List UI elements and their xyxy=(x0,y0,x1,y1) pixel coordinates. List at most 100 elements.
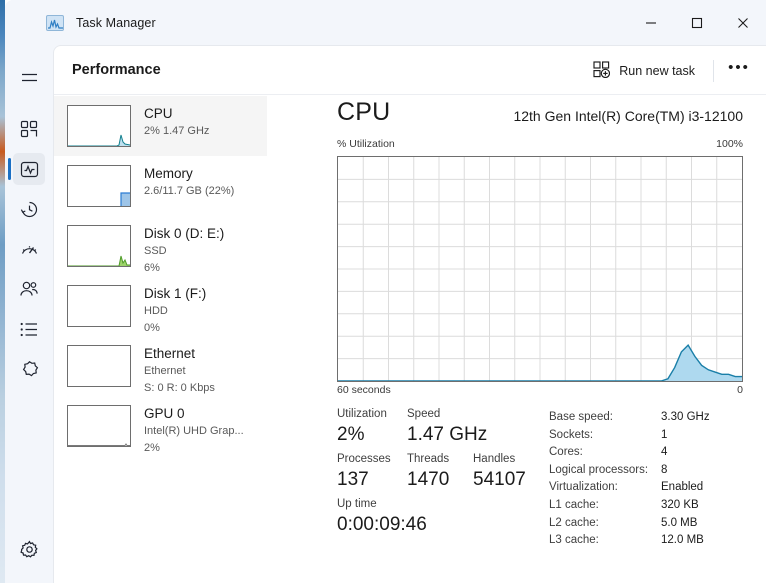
resource-line3: 6% xyxy=(144,261,160,274)
resource-line2: Ethernet xyxy=(144,365,186,377)
resource-name: GPU 0 xyxy=(144,406,185,421)
spec-value: 3.30 GHz xyxy=(661,411,710,423)
detail-title: CPU xyxy=(337,98,391,126)
spec-row: Sockets: 1 xyxy=(549,427,743,445)
resource-item-disk0[interactable]: Disk 0 (D: E:) SSD 6% xyxy=(54,216,267,276)
spec-row: L2 cache: 5.0 MB xyxy=(549,515,743,533)
sidebar-item-users[interactable] xyxy=(5,269,53,309)
resource-item-cpu[interactable]: CPU 2% 1.47 GHz xyxy=(54,96,267,156)
stat-label: Processes xyxy=(337,453,391,465)
resource-line3: S: 0 R: 0 Kbps xyxy=(144,381,215,394)
stat-value: 1470 xyxy=(407,469,450,490)
resource-line2: 2.6/11.7 GB (22%) xyxy=(144,185,235,197)
page-title: Performance xyxy=(72,62,161,78)
cpu-stats-left: Utilization 2% Speed 1.47 GHz Processes … xyxy=(337,406,549,550)
clock-history-icon xyxy=(13,193,45,225)
cpu-mini-graph xyxy=(67,105,131,147)
cpu-chart-svg xyxy=(338,157,742,381)
resource-item-memory[interactable]: Memory 2.6/11.7 GB (22%) xyxy=(54,156,267,216)
spec-row: Cores: 4 xyxy=(549,444,743,462)
chart-x-end-label: 0 xyxy=(737,384,743,396)
spec-key: Base speed: xyxy=(549,411,613,423)
sidebar-item-processes[interactable] xyxy=(5,109,53,149)
run-new-task-button[interactable]: Run new task xyxy=(583,55,705,87)
sidebar-item-app-history[interactable] xyxy=(5,189,53,229)
stat-value: 137 xyxy=(337,469,369,490)
sidebar-item-performance[interactable] xyxy=(5,149,53,189)
list-details-icon xyxy=(13,313,45,345)
resource-name: Ethernet xyxy=(144,346,196,361)
content-panel: Performance Run new task ••• CPU 2% 1.47… xyxy=(53,45,766,583)
resource-item-gpu0[interactable]: GPU 0 Intel(R) UHD Grap... 2% xyxy=(54,396,267,456)
spec-key: Logical processors: xyxy=(549,463,649,476)
spec-value: 8 xyxy=(661,463,668,476)
spec-key: Virtualization: xyxy=(549,481,618,494)
spec-value: 4 xyxy=(661,446,668,459)
cpu-utilization-chart xyxy=(337,156,743,382)
resource-item-disk1[interactable]: Disk 1 (F:) HDD 0% xyxy=(54,276,267,336)
resource-line3: 0% xyxy=(144,321,160,334)
chart-top-axis: % Utilization 100% xyxy=(337,138,743,154)
navigation-rail xyxy=(5,45,53,583)
task-manager-window: Task Manager Performance Run new task ••… xyxy=(5,0,766,583)
spec-row: Logical processors: 8 xyxy=(549,462,743,480)
resource-name: Memory xyxy=(144,166,193,181)
stat-speed: Speed 1.47 GHz xyxy=(407,406,487,448)
sidebar-item-services[interactable] xyxy=(5,349,53,389)
sidebar-item-settings[interactable] xyxy=(5,529,53,569)
spec-key: L3 cache: xyxy=(549,534,599,547)
run-new-task-label: Run new task xyxy=(619,63,695,78)
spec-value: 5.0 MB xyxy=(661,516,698,529)
stat-handles: Handles 54107 xyxy=(473,451,526,493)
window-title: Task Manager xyxy=(76,15,156,30)
title-bar: Task Manager xyxy=(5,0,766,45)
disk0-mini-graph xyxy=(67,225,131,267)
spec-value: Enabled xyxy=(661,481,704,494)
stats-row-uptime: Up time 0:00:09:46 xyxy=(337,496,549,538)
resource-line2: SSD xyxy=(144,245,167,257)
stats-row-utilization-speed: Utilization 2% Speed 1.47 GHz xyxy=(337,406,549,448)
chart-y-axis-label: % Utilization xyxy=(337,138,395,150)
resource-line2: 2% 1.47 GHz xyxy=(144,125,210,137)
resource-name: CPU xyxy=(144,106,173,121)
memory-text: Memory 2.6/11.7 GB (22%) xyxy=(144,165,234,199)
spec-key: Cores: xyxy=(549,446,583,459)
stat-processes: Processes 137 xyxy=(337,451,407,493)
people-users-icon xyxy=(13,273,45,305)
sidebar-item-startup-apps[interactable] xyxy=(5,229,53,269)
window-controls xyxy=(628,0,766,45)
minimize-button[interactable] xyxy=(628,0,674,45)
toolbar-actions: Run new task ••• xyxy=(583,46,756,95)
pulse-performance-icon xyxy=(13,153,45,185)
resource-line2: Intel(R) UHD Grap... xyxy=(144,425,244,437)
grid-processes-icon xyxy=(13,113,45,145)
resource-line3: 2% xyxy=(144,441,160,454)
sidebar-item-details[interactable] xyxy=(5,309,53,349)
disk1-mini-graph xyxy=(67,285,131,327)
stat-value: 2% xyxy=(337,424,365,445)
stat-utilization: Utilization 2% xyxy=(337,406,407,448)
hamburger-menu-button[interactable] xyxy=(5,57,53,97)
close-button[interactable] xyxy=(720,0,766,45)
resource-item-ethernet[interactable]: Ethernet Ethernet S: 0 R: 0 Kbps xyxy=(54,336,267,396)
spec-key: L2 cache: xyxy=(549,516,599,529)
spec-value: 1 xyxy=(661,428,668,441)
gauge-startup-icon xyxy=(13,233,45,265)
stat-label: Handles xyxy=(473,453,516,465)
stat-uptime: Up time 0:00:09:46 xyxy=(337,496,427,538)
maximize-button[interactable] xyxy=(674,0,720,45)
spec-row: L1 cache: 320 KB xyxy=(549,497,743,515)
hamburger-menu-icon xyxy=(13,61,45,93)
detail-subtitle: 12th Gen Intel(R) Core(TM) i3-12100 xyxy=(513,108,743,124)
memory-mini-graph xyxy=(67,165,131,207)
cpu-detail-pane: CPU 12th Gen Intel(R) Core(TM) i3-12100 … xyxy=(267,96,766,583)
disk0-text: Disk 0 (D: E:) SSD 6% xyxy=(144,225,224,275)
resource-name: Disk 0 (D: E:) xyxy=(144,226,225,241)
spec-key: Sockets: xyxy=(549,428,594,441)
chart-bottom-axis: 60 seconds 0 xyxy=(337,384,743,400)
stat-label: Threads xyxy=(407,453,450,465)
chart-x-start-label: 60 seconds xyxy=(337,384,391,396)
more-options-button[interactable]: ••• xyxy=(722,56,756,86)
gpu0-mini-graph xyxy=(67,405,131,447)
resource-list: CPU 2% 1.47 GHz Memory 2.6/11.7 GB (22%) xyxy=(54,96,267,583)
